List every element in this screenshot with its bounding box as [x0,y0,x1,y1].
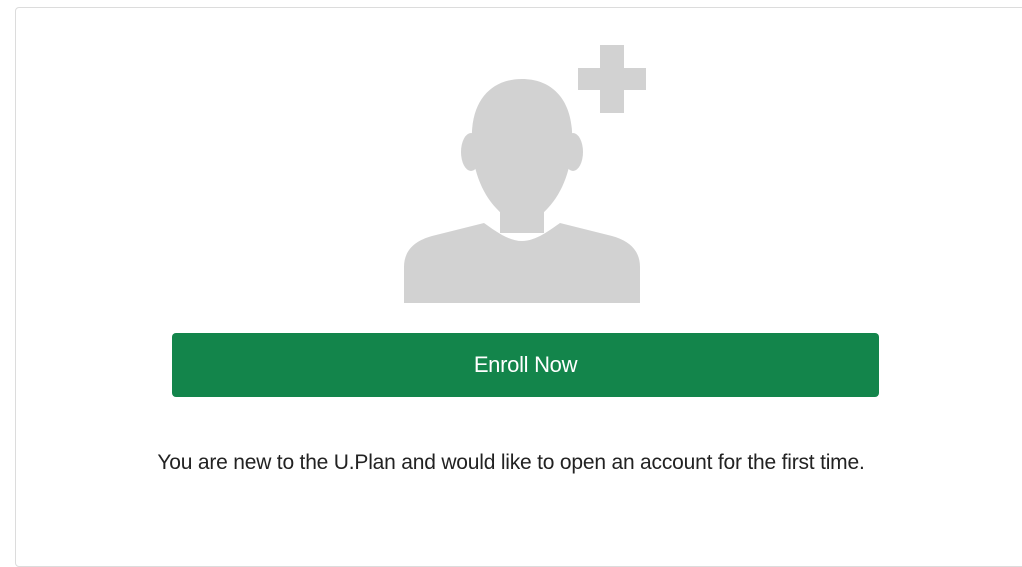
enroll-description: You are new to the U.Plan and would like… [157,451,865,474]
user-plus-icon [404,45,648,303]
enroll-now-button[interactable]: Enroll Now [172,333,879,397]
